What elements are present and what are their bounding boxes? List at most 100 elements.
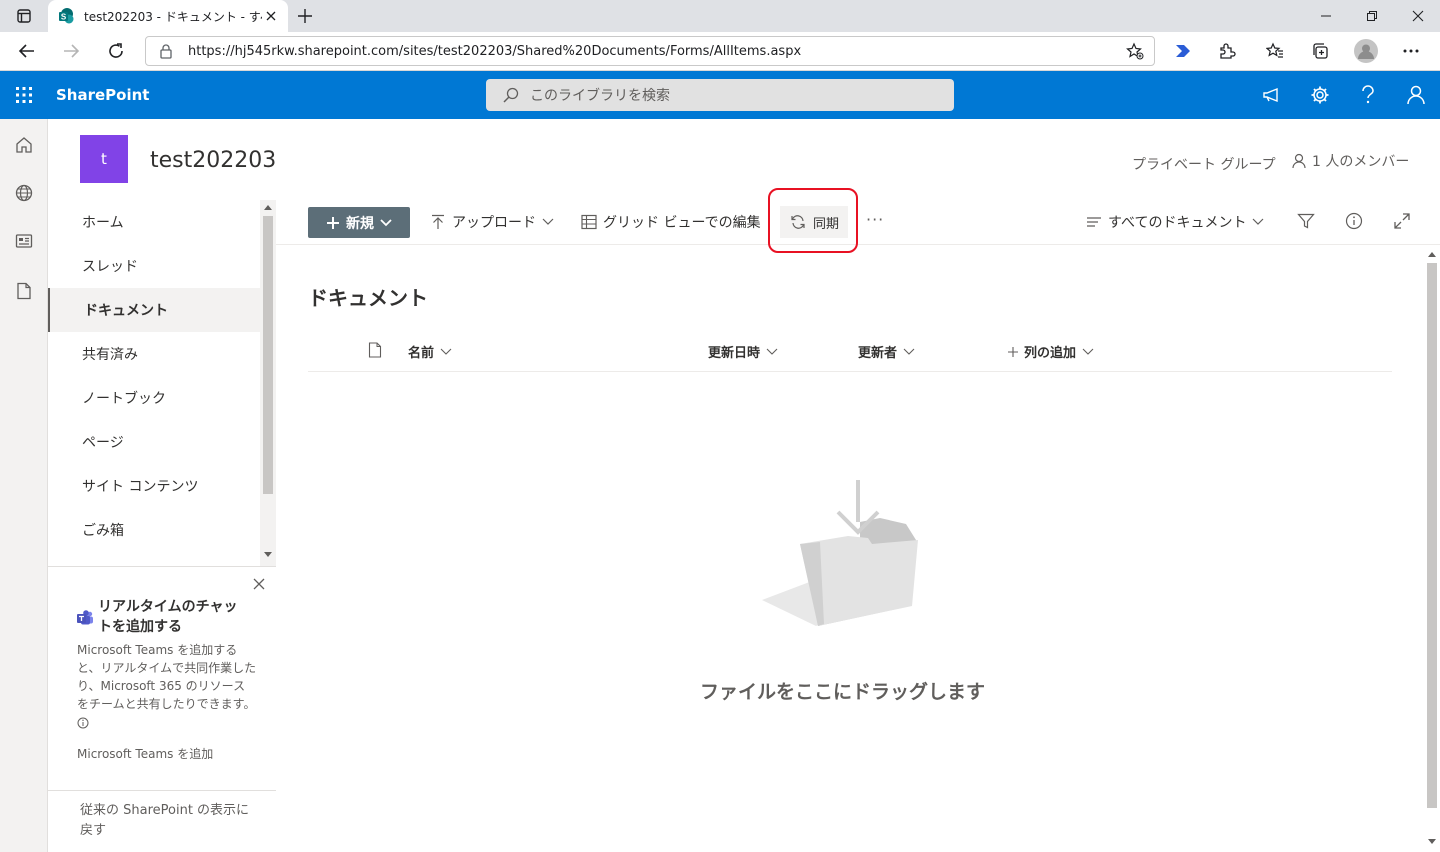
new-tab-icon[interactable] [294,5,316,27]
column-label: 列の追加 [1024,346,1077,361]
lock-icon [158,43,174,59]
new-button-label: 新規 [346,215,374,232]
nav-item-shared[interactable]: 共有済み [48,332,260,376]
files-icon[interactable] [12,279,36,303]
site-logo[interactable]: t [80,135,128,183]
forward-icon[interactable] [58,38,84,64]
library-search-input[interactable]: このライブラリを検索 [486,79,954,111]
back-icon[interactable] [14,38,40,64]
extension-arrow-icon[interactable] [1170,38,1196,64]
chevron-down-icon [542,218,554,226]
chevron-down-icon [440,348,452,356]
help-icon[interactable] [1352,79,1384,111]
minimize-icon[interactable] [1312,4,1340,28]
view-selector[interactable]: すべてのドキュメント [1086,210,1264,234]
plus-icon [326,216,340,230]
restore-icon[interactable] [1358,4,1386,28]
search-placeholder: このライブラリを検索 [530,88,670,104]
column-modified-by-header[interactable]: 更新者 [858,342,915,361]
svg-text:S: S [61,13,67,22]
privacy-label: プライベート グループ [1132,157,1276,173]
address-bar[interactable]: https://hj545rkw.sharepoint.com/sites/te… [145,36,1155,66]
scroll-up-icon[interactable] [1428,251,1436,257]
promo-body: Microsoft Teams を追加すると、リアルタイムで共同作業したり、Mi… [77,641,257,731]
profile-avatar-icon[interactable] [1353,38,1379,64]
nav-item-notebook[interactable]: ノートブック [48,376,260,420]
suite-bar: SharePoint このライブラリを検索 [0,71,1440,119]
teams-promo-panel: リアルタイムのチャットを追加する Microsoft Teams を追加すると、… [48,566,276,790]
settings-gear-icon[interactable] [1304,79,1336,111]
account-icon[interactable] [1400,79,1432,111]
column-label: 更新日時 [708,346,761,361]
command-bar: 新規 アップロード グリッド ビューでの編集 同期 ··· すべてのドキュメント [276,200,1440,245]
collections-icon[interactable] [1307,38,1333,64]
chevron-down-icon [1252,218,1264,226]
nav-item-label: ページ [82,435,124,451]
nav-item-recycle-bin[interactable]: ごみ箱 [48,508,260,552]
chevron-down-icon [1082,348,1094,356]
nav-scroll-thumb[interactable] [263,216,273,494]
content-scroll-thumb[interactable] [1427,263,1437,808]
column-modified-header[interactable]: 更新日時 [708,342,778,361]
column-header-row: 名前 更新日時 更新者 列の追加 [308,334,1392,372]
promo-title: リアルタイムのチャットを追加する [98,599,238,635]
nav-item-label: サイト コンテンツ [82,479,199,495]
home-icon[interactable] [12,133,36,157]
extensions-icon[interactable] [1214,38,1240,64]
column-label: 更新者 [858,346,898,361]
add-teams-link[interactable]: Microsoft Teams を追加 [77,745,213,762]
content-scrollbar[interactable] [1424,245,1440,852]
promo-body-text: Microsoft Teams を追加すると、リアルタイムで共同作業したり、Mi… [77,643,257,711]
column-label: 名前 [408,346,435,361]
nav-item-site-contents[interactable]: サイト コンテンツ [48,464,260,508]
brand-name[interactable]: SharePoint [56,86,149,104]
column-name-header[interactable]: 名前 [408,342,452,361]
browser-tab[interactable]: S test202203 - ドキュメント - すべての [48,0,288,32]
sharepoint-favicon-icon: S [58,8,74,24]
refresh-icon[interactable] [103,38,129,64]
news-icon[interactable] [12,229,36,253]
window-close-icon[interactable] [1404,4,1432,28]
upload-icon [430,214,446,230]
favorites-icon[interactable] [1262,38,1288,64]
info-icon[interactable] [77,717,89,729]
classic-view-link[interactable]: 従来の SharePoint の表示に戻す [48,790,276,852]
add-favorite-icon[interactable] [1126,42,1144,60]
members-button[interactable]: 1 人のメンバー [1292,151,1409,171]
scroll-down-icon[interactable] [1428,839,1436,845]
scroll-down-icon[interactable] [264,552,272,558]
file-type-column-icon[interactable] [368,342,382,358]
nav-item-label: スレッド [82,259,138,275]
site-navigation: ホーム スレッド ドキュメント 共有済み ノートブック ページ サイト コンテン… [48,200,260,566]
expand-icon[interactable] [1392,211,1412,231]
more-commands-button[interactable]: ··· [866,210,884,229]
site-title[interactable]: test202203 [150,148,276,173]
nav-item-pages[interactable]: ページ [48,420,260,464]
new-button[interactable]: 新規 [308,207,410,238]
nav-item-home[interactable]: ホーム [48,200,260,244]
grid-edit-button[interactable]: グリッド ビューでの編集 [581,210,761,234]
upload-button[interactable]: アップロード [430,210,554,234]
globe-icon[interactable] [12,181,36,205]
tab-actions-icon[interactable] [6,3,42,29]
browser-menu-icon[interactable] [1398,38,1424,64]
info-icon[interactable] [1344,211,1364,231]
announcement-icon[interactable] [1256,79,1288,111]
grid-edit-label: グリッド ビューでの編集 [603,215,761,231]
nav-item-documents[interactable]: ドキュメント [48,288,260,332]
empty-state-message: ファイルをここにドラッグします [700,681,986,703]
plus-icon [1008,346,1018,357]
scroll-up-icon[interactable] [264,204,272,210]
close-icon[interactable] [250,575,268,593]
library-title: ドキュメント [308,286,428,310]
add-column-header[interactable]: 列の追加 [1008,342,1094,361]
filter-icon[interactable] [1296,211,1316,231]
tab-close-icon[interactable] [262,7,280,25]
members-label: 1 人のメンバー [1312,154,1410,170]
app-launcher-icon[interactable] [8,79,40,111]
browser-tab-bar: S test202203 - ドキュメント - すべての [0,0,1440,32]
nav-scrollbar[interactable] [260,200,276,566]
empty-folder-illustration [760,478,922,630]
nav-item-threads[interactable]: スレッド [48,244,260,288]
sync-highlight-annotation [768,188,858,253]
